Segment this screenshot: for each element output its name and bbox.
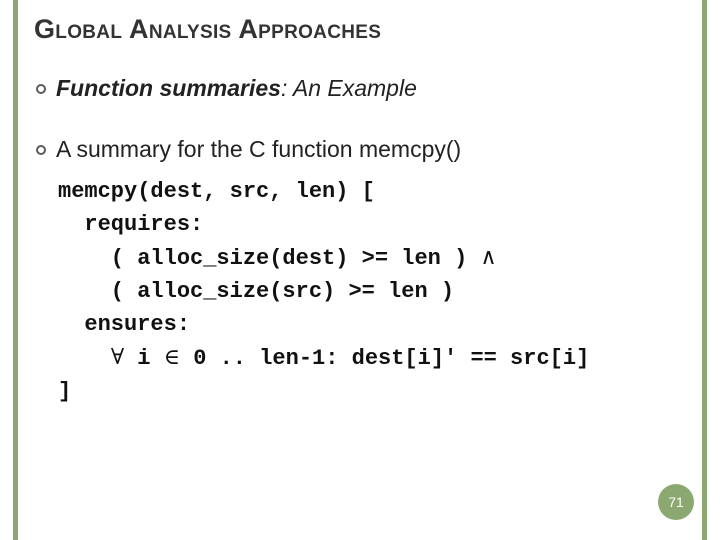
- slide-title: Global Analysis Approaches: [34, 14, 381, 45]
- code-line-part: ( alloc_size(dest) >= len ): [58, 246, 480, 271]
- forall-symbol: ∀: [111, 345, 124, 370]
- bullet-row: A summary for the C function memcpy(): [34, 136, 686, 163]
- logical-and-symbol: ∧: [480, 245, 496, 270]
- element-of-symbol: ∈: [164, 345, 180, 370]
- slide: Global Analysis Approaches Function summ…: [0, 0, 720, 540]
- bullet-marker-icon: [36, 145, 46, 155]
- code-line: memcpy(dest, src, len) [: [58, 179, 375, 204]
- slide-body: Function summaries: An Example A summary…: [34, 75, 686, 408]
- code-line: ]: [58, 379, 71, 404]
- bullet-marker-icon: [36, 84, 46, 94]
- code-line-part: [58, 346, 111, 371]
- bullet-text-bold-italic: Function summaries: [56, 75, 281, 101]
- accent-bar-right: [702, 0, 707, 540]
- bullet-row: Function summaries: An Example: [34, 75, 686, 102]
- bullet-text: A summary for the C function memcpy(): [56, 136, 461, 163]
- bullet-text: Function summaries: An Example: [56, 75, 417, 102]
- code-line: requires:: [58, 212, 203, 237]
- code-line-part: i: [124, 346, 164, 371]
- code-line: ( alloc_size(src) >= len ): [58, 279, 454, 304]
- page-number: 71: [668, 494, 684, 510]
- code-line-part: 0 .. len-1: dest[i]' == src[i]: [180, 346, 589, 371]
- page-number-badge: 71: [658, 484, 694, 520]
- code-line: ensures:: [58, 312, 190, 337]
- bullet-text-italic: : An Example: [281, 75, 417, 101]
- accent-bar-left: [13, 0, 18, 540]
- code-block: memcpy(dest, src, len) [ requires: ( all…: [58, 175, 686, 408]
